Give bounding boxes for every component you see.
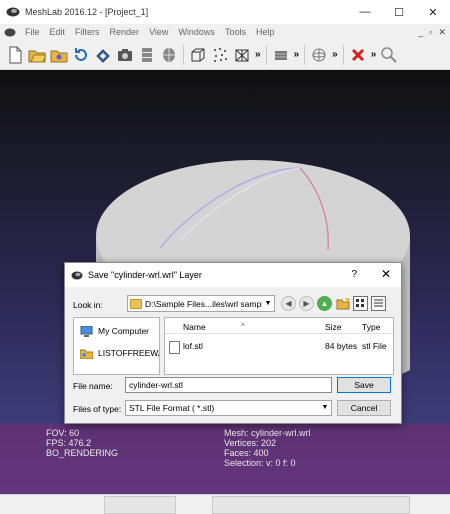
minimize-button[interactable]: — [348,0,382,24]
file-list: ^ Name Size Type lof.stl 84 bytes stl Fi… [164,317,394,375]
sidebar-item-label: My Computer [98,326,150,336]
computer-icon [80,325,93,337]
menu-help[interactable]: Help [251,27,280,37]
wireframe-render-icon[interactable] [232,45,252,65]
info-overlay: FOV: 60 FPS: 476.2 BO_RENDERING Mesh: cy… [0,424,450,494]
meshlab-logo-icon [6,7,20,17]
sidebar-item-label: LISTOFFREEWA [98,348,160,358]
new-document-icon[interactable] [5,45,25,65]
look-in-combo[interactable]: D:\Sample Files...iles\wrl sample ▼ [127,295,275,312]
sidebar-item-listoffreewa[interactable]: LISTOFFREEWA [74,344,159,362]
light-icon[interactable] [271,45,291,65]
file-name-label: File name: [73,381,113,391]
menu-bar: File Edit Filters Render View Windows To… [0,24,450,40]
file-row[interactable]: lof.stl 84 bytes stl File [165,338,393,354]
back-icon[interactable]: ◀ [281,296,296,311]
dialog-title-bar: Save "cylinder-wrl.wrl" Layer ? ✕ [65,263,401,287]
folder-icon [130,298,142,309]
window-title: MeshLab 2016.12 - [Project_1] [25,7,149,17]
close-button[interactable]: ✕ [416,0,450,24]
toolbar-separator [265,44,267,65]
column-size[interactable]: Size [325,322,342,332]
open-project-icon[interactable] [27,45,47,65]
list-view-icon[interactable] [353,296,368,311]
faces-readout: Faces: 400 [224,448,269,458]
menu-tools[interactable]: Tools [220,27,251,37]
column-type[interactable]: Type [362,322,380,332]
toolbar-overflow-chevron[interactable]: » [332,49,338,60]
render-mode-readout: BO_RENDERING [46,448,119,458]
status-bar [0,494,450,514]
toolbar-overflow-chevron[interactable]: » [255,49,261,60]
chevron-down-icon: ▼ [264,300,272,307]
snapshot-icon[interactable] [115,45,135,65]
mesh-name-readout: Mesh: cylinder-wrl.wrl [224,428,311,438]
reload-all-icon[interactable] [93,45,113,65]
file-name-input[interactable]: cylinder-wrl.stl [125,377,332,393]
toolbar-separator [183,44,184,65]
title-bar: MeshLab 2016.12 - [Project_1] — ☐ ✕ [0,0,450,24]
menu-file[interactable]: File [20,27,45,37]
meshlab-logo-icon [71,271,83,279]
look-in-value: D:\Sample Files...iles\wrl sample [145,298,262,309]
menu-view[interactable]: View [144,27,173,37]
user-folder-icon [80,349,93,359]
new-folder-icon[interactable] [335,296,350,311]
sidebar-item-my-computer[interactable]: My Computer [74,322,159,340]
maximize-button[interactable]: ☐ [382,0,416,24]
file-list-header: ^ Name Size Type [165,318,393,334]
reload-icon[interactable] [71,45,91,65]
help-button[interactable]: ? [351,269,357,280]
save-layer-icon[interactable] [159,45,179,65]
search-icon[interactable] [379,45,399,65]
save-layer-dialog: Save "cylinder-wrl.wrl" Layer ? ✕ Look i… [64,262,402,424]
toolbar: » » » » [0,40,450,70]
status-panel [104,496,176,514]
menu-render[interactable]: Render [105,27,145,37]
document-icon [4,28,16,36]
file-type-label: Files of type: [73,404,122,414]
points-render-icon[interactable] [210,45,230,65]
detail-view-icon[interactable] [371,296,386,311]
trackball-icon[interactable] [309,45,329,65]
stl-file-icon [169,341,180,354]
fov-readout: FOV: 60 [46,428,80,438]
toolbar-overflow-chevron[interactable]: » [371,49,377,60]
toolbar-separator [342,44,344,65]
toolbar-overflow-chevron[interactable]: » [294,49,300,60]
layers-icon[interactable] [137,45,157,65]
toolbar-separator [304,44,306,65]
file-type-cell: stl File [362,341,387,351]
forward-icon[interactable]: ▶ [299,296,314,311]
file-type-value: STL File Format ( *.stl) [129,403,215,413]
dialog-close-button[interactable]: ✕ [381,267,391,281]
chevron-down-icon: ▼ [321,404,329,411]
bounding-box-icon[interactable] [188,45,208,65]
status-panel [212,496,410,514]
places-sidebar: My Computer LISTOFFREEWA [73,317,160,375]
mdi-restore-button[interactable]: ▫ [429,27,432,37]
mdi-minimize-button[interactable]: _ [418,27,423,37]
menu-filters[interactable]: Filters [70,27,105,37]
meshlab-window: MeshLab 2016.12 - [Project_1] — ☐ ✕ File… [0,0,450,514]
delete-vertices-icon[interactable] [348,45,368,65]
cancel-button[interactable]: Cancel [337,400,391,416]
mdi-close-button[interactable]: ✕ [438,27,446,38]
open-folder-icon[interactable] [49,45,69,65]
save-button[interactable]: Save [337,377,391,393]
selection-readout: Selection: v: 0 f: 0 [224,458,296,468]
file-name-cell: lof.stl [183,341,203,351]
sort-ascending-icon: ^ [241,322,245,331]
parent-directory-icon[interactable]: ▲ [317,296,332,311]
dialog-title: Save "cylinder-wrl.wrl" Layer [88,270,202,280]
menu-edit[interactable]: Edit [45,27,71,37]
look-in-label: Look in: [73,300,103,310]
file-size-cell: 84 bytes [325,341,358,351]
file-type-select[interactable]: STL File Format ( *.stl) ▼ [125,400,332,416]
vertices-readout: Vertices: 202 [224,438,277,448]
menu-windows[interactable]: Windows [173,27,220,37]
column-name[interactable]: Name [183,322,206,332]
fps-readout: FPS: 476.2 [46,438,92,448]
